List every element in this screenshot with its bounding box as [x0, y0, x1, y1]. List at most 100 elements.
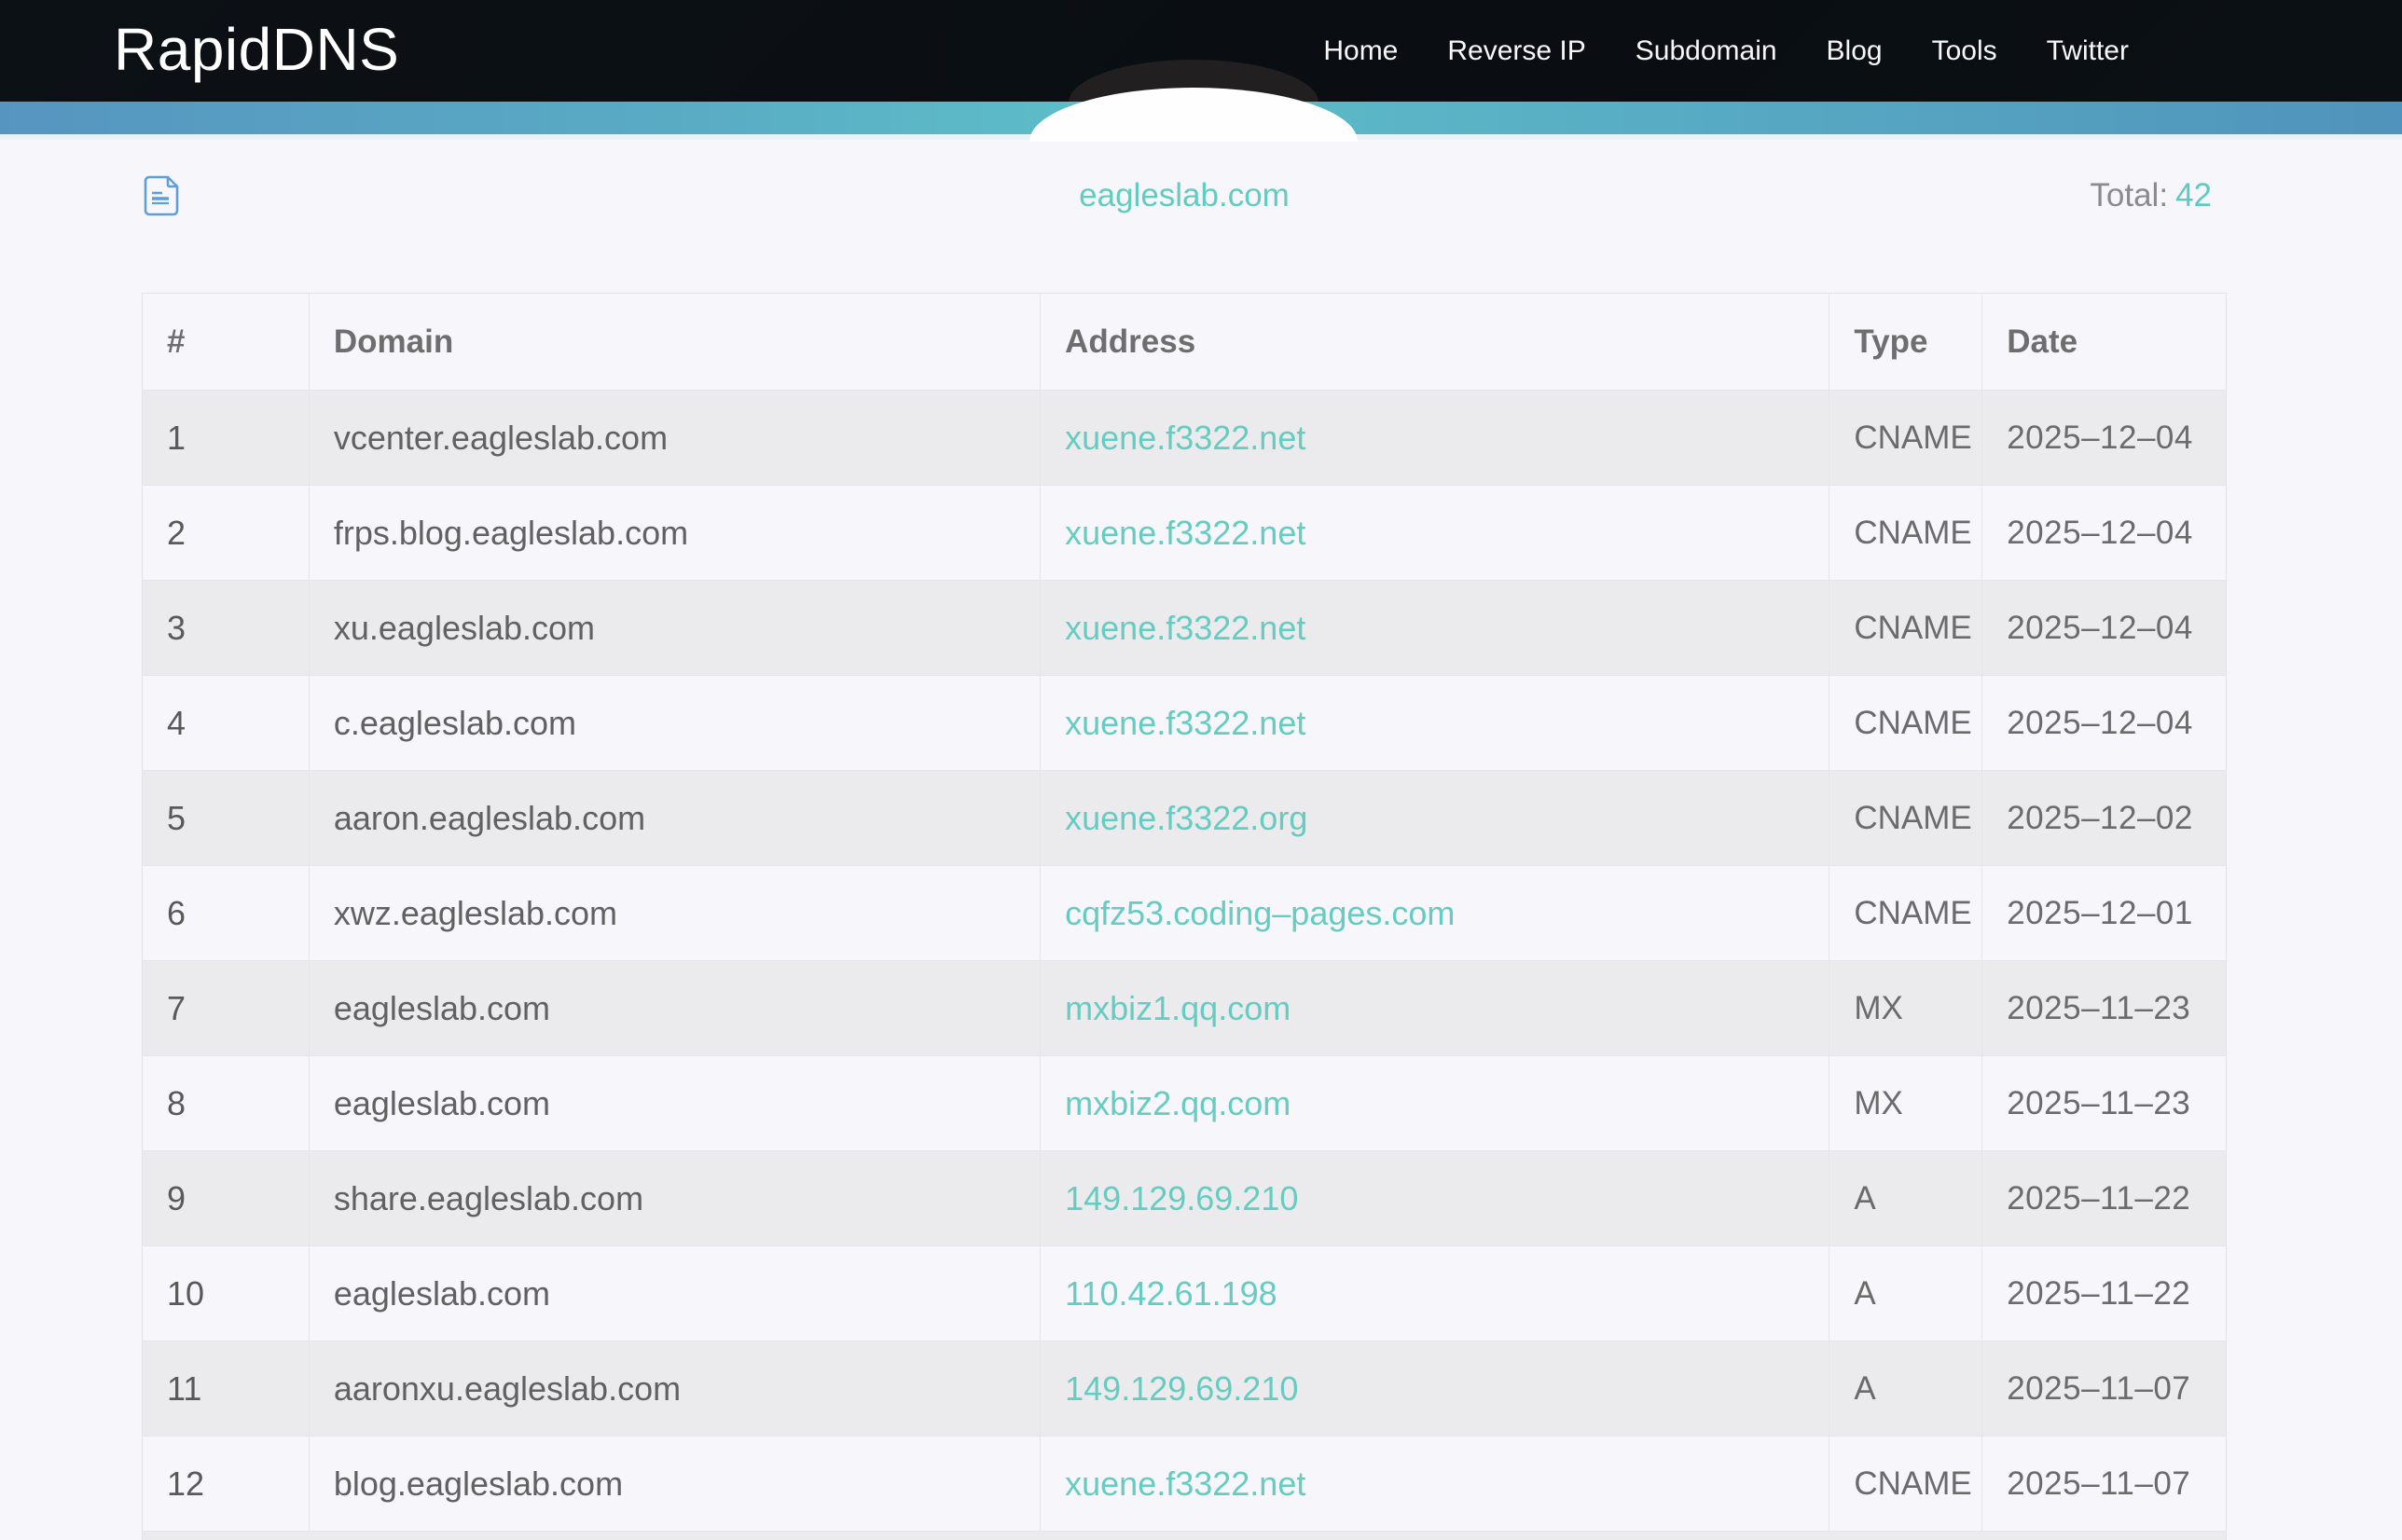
row-date-cell: 2025–11–22: [1981, 1151, 2226, 1245]
row-date: 2025–11–23: [2007, 1085, 2190, 1122]
row-type: CNAME: [1854, 419, 1971, 457]
row-domain-cell: aaronxu.eagleslab.com: [309, 1341, 1040, 1436]
table-row: 6 xwz.eagleslab.com cqfz53.coding–pages.co…: [143, 865, 2226, 960]
dns-records-table: # Domain Address Type Date 1 vcenter.eagl…: [142, 293, 2227, 1540]
column-header-type: Type: [1829, 294, 1981, 390]
row-address-cell: xuene.f3322.net: [1040, 581, 1829, 675]
table-header-row: # Domain Address Type Date: [143, 294, 2226, 390]
row-domain: eagleslab.com: [334, 989, 550, 1028]
row-number: 1: [167, 419, 186, 458]
row-domain-cell: c.eagleslab.com: [309, 676, 1040, 770]
row-number-cell: 4: [143, 676, 309, 770]
row-type-cell: A: [1829, 1246, 1981, 1341]
total-label: Total:: [2090, 177, 2168, 213]
row-address[interactable]: mxbiz1.qq.com: [1065, 989, 1291, 1028]
row-address-cell: xuene.f3322.org: [1040, 771, 1829, 865]
row-type: MX: [1854, 990, 1903, 1027]
row-address[interactable]: xuene.f3322.net: [1065, 419, 1305, 458]
row-domain-cell: aaron.eagleslab.com: [309, 771, 1040, 865]
row-number: 7: [167, 989, 186, 1028]
row-number-cell: 3: [143, 581, 309, 675]
main-nav: Home Reverse IP Subdomain Blog Tools Twitter: [1323, 0, 2129, 102]
row-number: 4: [167, 704, 186, 743]
row-number-cell: 8: [143, 1056, 309, 1150]
row-date-cell: 2025–12–02: [1981, 771, 2226, 865]
row-domain-cell: xu.eagleslab.com: [309, 581, 1040, 675]
row-date: 2025–12–04: [2007, 515, 2193, 552]
row-domain-cell: blog.eagleslab.com: [309, 1437, 1040, 1531]
column-header-domain: Domain: [309, 294, 1040, 390]
column-header-address: Address: [1040, 294, 1829, 390]
row-domain: vcenter.eagleslab.com: [334, 419, 668, 458]
row-date-cell: 2025–12–04: [1981, 676, 2226, 770]
row-number: 8: [167, 1084, 186, 1123]
table-row: 5aaron.eagleslab.com xuene.f3322.org CNAME…: [143, 770, 2226, 865]
row-number-cell: 5: [143, 771, 309, 865]
row-type-cell: CNAME: [1829, 676, 1981, 770]
row-number-cell: 12: [143, 1437, 309, 1531]
row-type: A: [1854, 1180, 1875, 1217]
row-number: 6: [167, 894, 186, 933]
table-row: 12 blog.eagleslab.com xuene.f3322.net CNAME…: [143, 1436, 2226, 1531]
row-date: 2025–12–02: [2007, 800, 2193, 837]
row-number: 9: [167, 1179, 186, 1218]
row-domain: c.eagleslab.com: [334, 704, 576, 743]
row-number: 12: [167, 1464, 204, 1504]
row-domain: aaronxu.eagleslab.com: [334, 1369, 681, 1409]
row-number-cell: 1: [143, 391, 309, 485]
row-date-cell: 2025–11–23: [1981, 1056, 2226, 1150]
row-domain-cell: share.eagleslab.com: [309, 1151, 1040, 1245]
row-type: CNAME: [1854, 515, 1971, 552]
row-date: 2025–11–07: [2007, 1370, 2190, 1408]
nav-item-blog[interactable]: Blog: [1827, 35, 1883, 67]
nav-item-tools[interactable]: Tools: [1932, 35, 1997, 67]
rapiddns-logo[interactable]: RapidDNS: [114, 13, 399, 86]
table-row: 11 aaronxu.eagleslab.com 149.129.69.210 A 20…: [143, 1341, 2226, 1436]
row-date: 2025–12–04: [2007, 419, 2193, 457]
row-address[interactable]: xuene.f3322.org: [1065, 799, 1307, 838]
row-address[interactable]: xuene.f3322.net: [1065, 704, 1305, 743]
query-domain-link[interactable]: eagleslab.com: [1079, 177, 1290, 214]
row-type: CNAME: [1854, 800, 1971, 837]
document-icon[interactable]: [144, 175, 179, 216]
nav-item-subdomain[interactable]: Subdomain: [1636, 35, 1777, 67]
row-number-cell: 10: [143, 1246, 309, 1341]
result-toolbar: eagleslab.com Total:42: [142, 172, 2227, 220]
table-row: 10eagleslab.com110.42.61.198A2025–11–22: [143, 1245, 2226, 1341]
row-domain: xu.eagleslab.com: [334, 609, 595, 648]
row-date-cell: 2025–12–01: [1981, 866, 2226, 960]
row-domain-cell: xwz.eagleslab.com: [309, 866, 1040, 960]
row-address[interactable]: 149.129.69.210: [1065, 1369, 1298, 1409]
row-type: CNAME: [1854, 610, 1971, 647]
total-count: Total:42: [2090, 177, 2212, 214]
row-date: 2025–11–07: [2007, 1465, 2190, 1503]
row-number-cell: 2: [143, 486, 309, 580]
row-number-cell: 6: [143, 866, 309, 960]
nav-item-home[interactable]: Home: [1323, 35, 1398, 67]
row-domain: share.eagleslab.com: [334, 1179, 643, 1218]
row-address[interactable]: cqfz53.coding–pages.com: [1065, 894, 1455, 933]
row-type-cell: MX: [1829, 961, 1981, 1055]
row-address[interactable]: mxbiz2.qq.com: [1065, 1084, 1291, 1123]
row-address-cell: xuene.f3322.net: [1040, 676, 1829, 770]
row-type: MX: [1854, 1085, 1903, 1122]
row-address[interactable]: xuene.f3322.net: [1065, 609, 1305, 648]
row-number: 11: [167, 1369, 201, 1409]
row-address[interactable]: xuene.f3322.net: [1065, 514, 1305, 553]
row-type-cell: CNAME: [1829, 1437, 1981, 1531]
row-address[interactable]: 149.129.69.210: [1065, 1179, 1298, 1218]
row-number-cell: 11: [143, 1341, 309, 1436]
row-address[interactable]: xuene.f3322.net: [1065, 1464, 1305, 1504]
row-type: CNAME: [1854, 1465, 1971, 1503]
nav-item-reverse-ip[interactable]: Reverse IP: [1447, 35, 1585, 67]
row-type-cell: A: [1829, 1341, 1981, 1436]
row-address-cell: xuene.f3322.net: [1040, 391, 1829, 485]
row-domain-cell: eagleslab.com: [309, 1056, 1040, 1150]
row-date-cell: 2025–11–23: [1981, 961, 2226, 1055]
nav-item-twitter[interactable]: Twitter: [2047, 35, 2129, 67]
row-number-cell: 7: [143, 961, 309, 1055]
row-date-cell: 2025–11–07: [1981, 1437, 2226, 1531]
row-address-cell: mxbiz1.qq.com: [1040, 961, 1829, 1055]
row-address[interactable]: 110.42.61.198: [1065, 1274, 1277, 1313]
table-row: 7 eagleslab.com mxbiz1.qq.com MX 2025–11–23: [143, 960, 2226, 1055]
